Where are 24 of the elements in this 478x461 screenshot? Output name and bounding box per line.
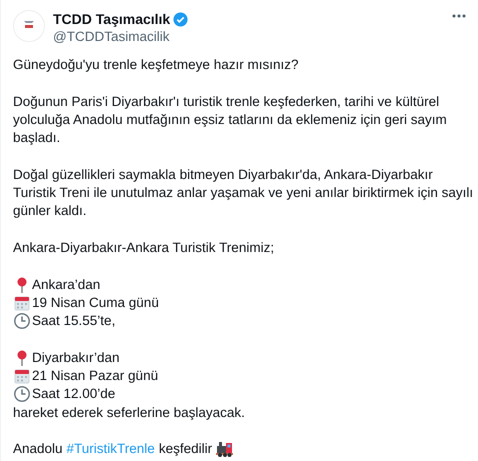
tweet-paragraph: Doğal güzellikleri saymakla bitmeyen Diyarbakır'da, Ankara-Diyarbakır Turistik Treni ile unutulmaz anlar yaşamak ve yeni anılar biriktirmek için sayılı günler kaldı. [13,166,474,220]
calendar-icon [14,368,30,384]
schedule-line: Saat 12.00’de [32,385,116,404]
schedule-line: Saat 15.55’te, [32,312,116,330]
clock-icon [14,386,30,402]
account-handle[interactable]: @TCDDTasimacilik [53,28,444,46]
more-options-icon[interactable] [452,14,466,18]
avatar[interactable] [13,10,45,42]
pin-icon [16,276,28,293]
schedule-line: Ankara’dan [32,276,100,294]
schedule-line: Diyarbakır’dan [32,348,120,367]
tweet-paragraph: Güneydoğu'yu trenle keşfetmeye hazır mısınız? [13,56,298,74]
schedule-line: hareket ederek seferlerine başlayacak. [13,404,245,422]
calendar-icon [14,295,30,311]
tweet-text: Anadolu [13,440,63,458]
account-name[interactable]: TCDD Taşımacılık [53,10,170,28]
clock-icon [14,313,30,330]
schedule-line: 19 Nisan Cuma günü [32,294,159,312]
tweet-paragraph: Doğunun Paris'i Diyarbakır'ı turistik trenle keşfederken, tarihi ve kültürel yolculuğa Anadolu mutfağının eşsiz tatlarını da eklemeniz için geri sayım başladı. [13,92,447,148]
locomotive-icon [216,441,234,458]
schedule-line: 21 Nisan Pazar günü [32,367,158,386]
tweet-text: keşfedilir [158,440,212,458]
tweet-paragraph: Ankara-Diyarbakır-Ankara Turistik Trenimiz; [13,238,274,257]
pin-icon [16,350,28,366]
